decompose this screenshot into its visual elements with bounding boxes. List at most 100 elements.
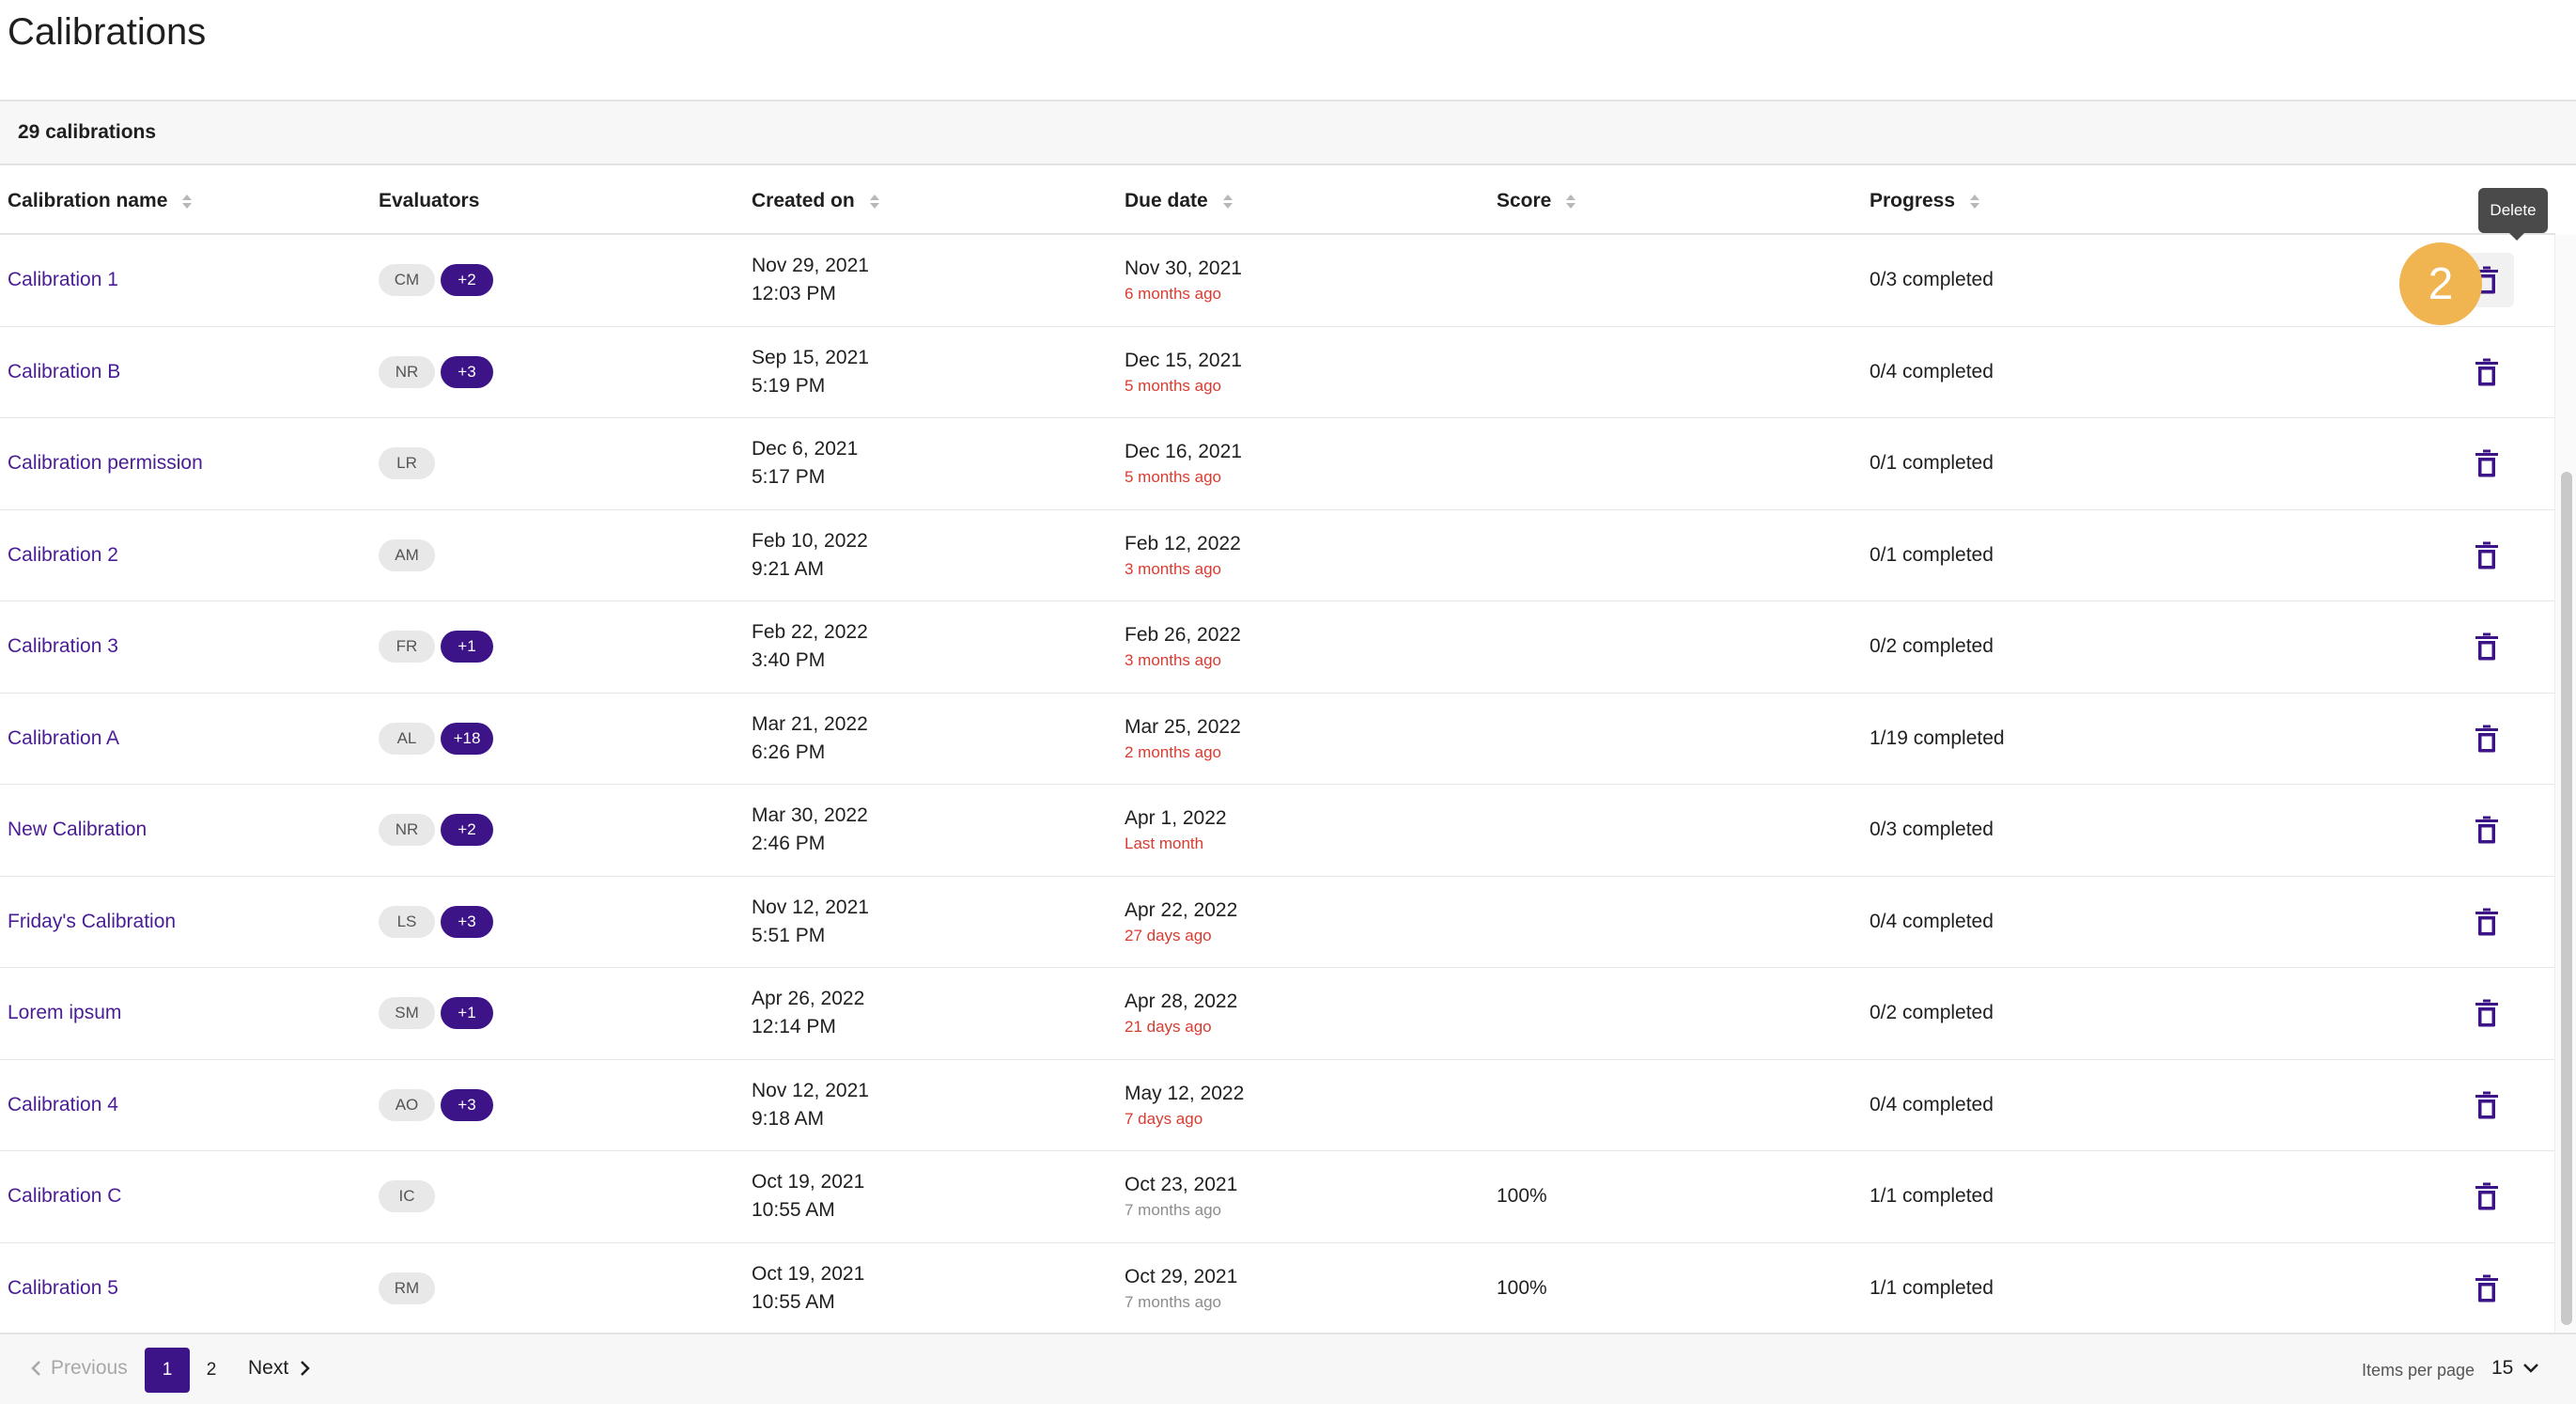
sort-icon[interactable] [1970,194,1980,209]
delete-button[interactable] [2460,619,2514,674]
created-cell: Feb 10, 2022 9:21 AM [752,510,868,601]
delete-button[interactable] [2460,1169,2514,1224]
trash-icon [2475,816,2498,844]
column-header-progress[interactable]: Progress [1870,190,1980,212]
previous-button[interactable]: Previous [30,1357,128,1380]
due-date: Feb 12, 2022 [1125,532,1241,554]
created-time: 12:14 PM [752,1016,836,1038]
calibration-name-link[interactable]: Lorem ipsum [8,1002,121,1024]
delete-button[interactable] [2460,1078,2514,1132]
delete-button[interactable] [2460,436,2514,491]
pagination-bar: Previous 1 2 Next Items per page 15 [0,1333,2576,1404]
evaluators-cell: IC [379,1151,435,1242]
delete-button[interactable] [2460,528,2514,583]
calibration-name-link[interactable]: Friday's Calibration [8,911,176,933]
created-time: 10:55 AM [752,1290,835,1313]
evaluator-avatar: IC [379,1180,435,1213]
due-cell: Dec 15, 2021 5 months ago [1125,327,1242,418]
scrollbar[interactable] [2554,235,2576,1333]
calibration-name-link[interactable]: Calibration 3 [8,635,118,658]
column-header-created-label: Created on [752,190,855,211]
more-evaluators-badge[interactable]: +3 [441,905,493,938]
calibration-name-link[interactable]: Calibration 4 [8,1094,118,1116]
more-evaluators-badge[interactable]: +2 [441,814,493,847]
delete-button[interactable] [2460,711,2514,766]
sort-icon[interactable] [869,194,879,209]
scrollbar-thumb[interactable] [2561,472,2572,1325]
created-date: Sep 15, 2021 [752,346,869,368]
progress-cell: 0/2 completed [1870,635,1994,658]
next-button[interactable]: Next [248,1357,311,1380]
due-cell: May 12, 2022 7 days ago [1125,1060,1244,1151]
created-time: 5:17 PM [752,466,826,489]
more-evaluators-badge[interactable]: +2 [441,264,493,297]
table-header: Calibration name Evaluators Created on D… [0,165,2555,235]
delete-button[interactable] [2460,803,2514,857]
due-date: Apr 28, 2022 [1125,991,1238,1013]
calibration-name-link[interactable]: Calibration A [8,727,119,750]
evaluator-avatar: AL [379,722,435,755]
created-time: 5:51 PM [752,924,826,946]
more-evaluators-badge[interactable]: +18 [441,722,493,755]
more-evaluators-badge[interactable]: +3 [441,1088,493,1121]
created-date: Nov 12, 2021 [752,896,869,918]
column-header-name[interactable]: Calibration name [8,190,193,212]
calibration-name-link[interactable]: Calibration 5 [8,1277,118,1300]
due-relative: 6 months ago [1125,285,1222,304]
created-date: Mar 30, 2022 [752,804,868,827]
evaluator-avatar: FR [379,631,435,663]
created-time: 3:40 PM [752,649,826,672]
due-cell: Feb 12, 2022 3 months ago [1125,510,1241,601]
trash-icon [2475,1091,2498,1119]
calibration-name-link[interactable]: Calibration C [8,1185,121,1208]
column-header-due[interactable]: Due date [1125,190,1233,212]
sort-icon[interactable] [1222,194,1233,209]
progress-cell: 0/4 completed [1870,360,1994,382]
due-relative: 21 days ago [1125,1018,1212,1037]
delete-button[interactable] [2460,345,2514,399]
created-date: Dec 6, 2021 [752,438,859,460]
evaluators-cell: AL +18 [379,694,493,785]
column-header-evaluators: Evaluators [379,190,479,212]
due-cell: Oct 23, 2021 7 months ago [1125,1151,1237,1242]
sort-icon[interactable] [182,194,193,209]
more-evaluators-badge[interactable]: +3 [441,355,493,388]
delete-button[interactable] [2460,895,2514,949]
delete-button[interactable] [2460,1261,2514,1316]
due-cell: Feb 26, 2022 3 months ago [1125,601,1241,693]
created-time: 2:46 PM [752,833,826,855]
calibration-name-link[interactable]: Calibration 2 [8,544,118,567]
page-button-1[interactable]: 1 [145,1348,190,1393]
delete-button[interactable] [2460,986,2514,1040]
created-cell: Mar 30, 2022 2:46 PM [752,785,868,876]
created-time: 9:21 AM [752,557,825,580]
evaluators-cell: SM +1 [379,968,493,1059]
due-cell: Apr 22, 2022 27 days ago [1125,877,1237,968]
table-row: Calibration permission LR Dec 6, 2021 5:… [0,418,2555,510]
score-cell: 100% [1497,1185,1547,1208]
sort-icon[interactable] [1566,194,1576,209]
calibration-name-link[interactable]: Calibration permission [8,452,203,475]
calibration-name-link[interactable]: Calibration 1 [8,269,118,291]
created-date: Oct 19, 2021 [752,1171,865,1193]
items-per-page-select[interactable]: 15 [2491,1357,2539,1380]
calibration-name-link[interactable]: Calibration B [8,361,120,383]
due-relative: 5 months ago [1125,376,1222,395]
table-row: Calibration 1 CM +2 Nov 29, 2021 12:03 P… [0,235,2555,327]
table-row: Calibration 5 RM Oct 19, 2021 10:55 AM O… [0,1243,2555,1334]
calibration-name-link[interactable]: New Calibration [8,819,147,841]
table-row: Calibration C IC Oct 19, 2021 10:55 AM O… [0,1151,2555,1243]
progress-cell: 1/1 completed [1870,1276,1994,1299]
evaluator-avatar: NR [379,355,435,388]
more-evaluators-badge[interactable]: +1 [441,997,493,1030]
created-cell: Mar 21, 2022 6:26 PM [752,694,868,785]
due-cell: Nov 30, 2021 6 months ago [1125,235,1242,326]
column-header-score[interactable]: Score [1497,190,1576,212]
evaluator-avatar: NR [379,814,435,847]
evaluator-avatar: LS [379,905,435,938]
page-button-2[interactable]: 2 [189,1348,234,1393]
more-evaluators-badge[interactable]: +1 [441,631,493,663]
column-header-created[interactable]: Created on [752,190,879,212]
created-cell: Oct 19, 2021 10:55 AM [752,1151,864,1242]
due-relative: 7 days ago [1125,1109,1203,1128]
